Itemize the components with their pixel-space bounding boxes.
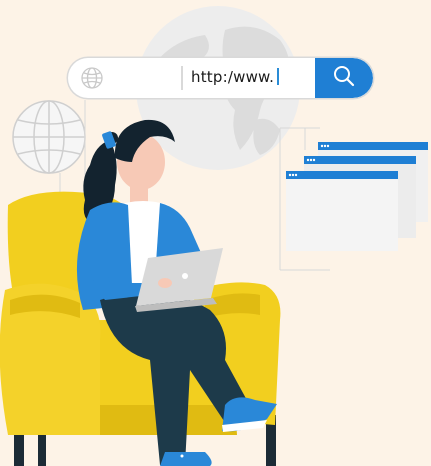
illustration-stage: http:/www. (0, 0, 431, 466)
woman-in-armchair-illustration (0, 119, 281, 466)
